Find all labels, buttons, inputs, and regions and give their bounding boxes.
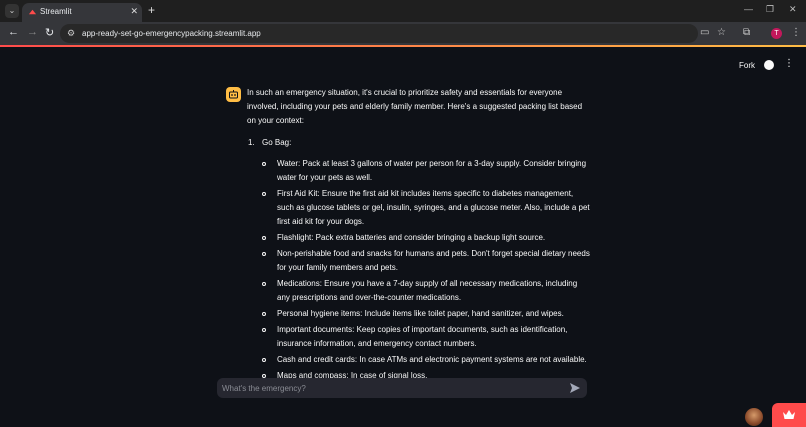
new-tab-icon[interactable]: + [148, 3, 155, 17]
bookmark-star-icon[interactable]: ☆ [717, 27, 726, 38]
fork-button[interactable]: Fork [739, 61, 755, 70]
list-item: Personal hygiene items: Include items li… [262, 307, 592, 321]
minimize-icon[interactable]: — [744, 4, 753, 14]
viewer-avatar[interactable] [745, 408, 763, 426]
install-app-icon[interactable]: ▭ [700, 27, 709, 38]
github-icon[interactable] [764, 60, 774, 70]
list-item: Medications: Ensure you have a 7-day sup… [262, 277, 592, 305]
streamlit-badge[interactable] [772, 403, 806, 427]
chat-input[interactable] [222, 381, 552, 395]
bullet-icon [262, 312, 266, 316]
chat-input-container [217, 378, 587, 398]
browser-menu-icon[interactable]: ⋮ [791, 27, 801, 38]
bullet-icon [262, 236, 266, 240]
list-item-text: First Aid Kit: Ensure the first aid kit … [277, 189, 590, 226]
assistant-message: In such an emergency situation, it's cru… [247, 86, 592, 385]
robot-icon [229, 90, 238, 99]
list-item: First Aid Kit: Ensure the first aid kit … [262, 187, 592, 229]
list-item-text: Water: Pack at least 3 gallons of water … [277, 159, 587, 182]
browser-tab-strip: ⌄ Streamlit ✕ + — ❐ ✕ [0, 0, 806, 22]
bullet-icon [262, 328, 266, 332]
browser-tab[interactable]: Streamlit ✕ [22, 3, 142, 22]
list-item-text: Medications: Ensure you have a 7-day sup… [277, 279, 578, 302]
restore-icon[interactable]: ❐ [766, 4, 774, 15]
list-item: Flashlight: Pack extra batteries and con… [262, 231, 592, 245]
send-icon[interactable] [569, 382, 581, 394]
message-intro: In such an emergency situation, it's cru… [247, 88, 583, 125]
go-bag-list: Water: Pack at least 3 gallons of water … [247, 157, 592, 383]
ordered-list-item: 1. Go Bag: [247, 136, 592, 150]
browser-toolbar: ← → ↻ ⚙ app-ready-set-go-emergencypackin… [0, 22, 806, 45]
site-info-icon[interactable]: ⚙ [67, 28, 75, 39]
app-menu-icon[interactable]: ⋮ [784, 58, 794, 69]
profile-avatar[interactable]: T [771, 28, 782, 39]
section-title: Go Bag: [262, 138, 292, 147]
assistant-avatar [226, 87, 241, 102]
crown-icon [783, 410, 795, 419]
bullet-icon [262, 162, 266, 166]
extensions-icon[interactable]: ⧉ [743, 27, 750, 38]
url-text: app-ready-set-go-emergencypacking.stream… [82, 29, 261, 38]
back-icon[interactable]: ← [8, 26, 19, 38]
window-close-icon[interactable]: ✕ [789, 4, 797, 15]
bullet-icon [262, 192, 266, 196]
bullet-icon [262, 358, 266, 362]
list-item-text: Flashlight: Pack extra batteries and con… [277, 233, 546, 242]
app-header: Fork ⋮ [0, 47, 806, 83]
tab-close-icon[interactable]: ✕ [130, 6, 138, 17]
list-item-text: Personal hygiene items: Include items li… [277, 309, 564, 318]
list-item: Important documents: Keep copies of impo… [262, 323, 592, 351]
forward-icon[interactable]: → [27, 26, 38, 38]
list-number: 1. [248, 138, 255, 147]
list-item-text: Cash and credit cards: In case ATMs and … [277, 355, 587, 364]
tab-title: Streamlit [40, 7, 72, 16]
list-item: Non-perishable food and snacks for human… [262, 247, 592, 275]
list-item: Water: Pack at least 3 gallons of water … [262, 157, 592, 185]
list-item-text: Non-perishable food and snacks for human… [277, 249, 590, 272]
tab-search-icon[interactable]: ⌄ [5, 4, 19, 18]
streamlit-favicon-icon [28, 9, 37, 15]
reload-icon[interactable]: ↻ [45, 26, 54, 39]
list-item: Cash and credit cards: In case ATMs and … [262, 353, 592, 367]
bullet-icon [262, 252, 266, 256]
bullet-icon [262, 282, 266, 286]
address-bar[interactable]: ⚙ app-ready-set-go-emergencypacking.stre… [60, 24, 698, 43]
list-item-text: Important documents: Keep copies of impo… [277, 325, 568, 348]
